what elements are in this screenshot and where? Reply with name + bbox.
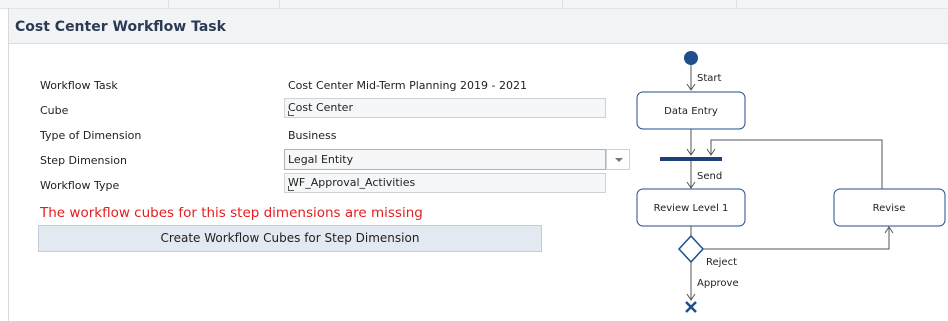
decision-diamond: [677, 234, 705, 264]
start-label: Start: [697, 73, 722, 84]
fork-bar: [660, 157, 722, 161]
data-entry-label: Data Entry: [664, 106, 718, 117]
start-node: [684, 51, 698, 65]
reject-label: Reject: [706, 257, 737, 268]
workflow-diagram: Start Data Entry Send Review Level 1 Rej…: [636, 51, 946, 313]
review-level-1-label: Review Level 1: [654, 203, 729, 214]
send-label: Send: [697, 171, 722, 182]
revise-label: Revise: [873, 203, 906, 214]
end-node: [685, 301, 697, 313]
approve-label: Approve: [697, 278, 739, 289]
reject-connector: [703, 227, 890, 250]
revise-return-connector: [710, 139, 883, 189]
